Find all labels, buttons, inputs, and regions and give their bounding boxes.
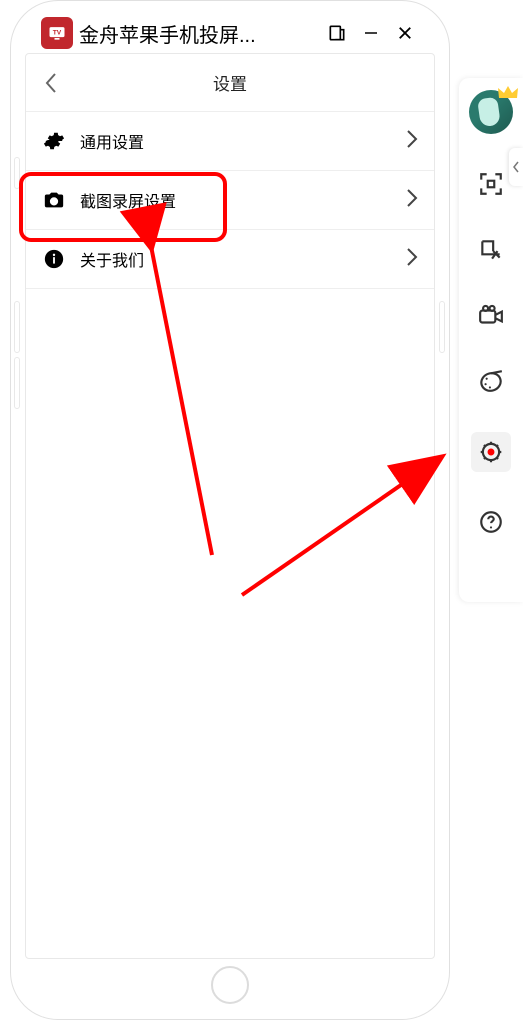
chevron-right-icon bbox=[406, 129, 418, 154]
sidebar-collapse-tab[interactable] bbox=[509, 148, 523, 186]
phone-frame: TV 金舟苹果手机投屏... 设置 bbox=[10, 0, 450, 1020]
phone-side-button bbox=[14, 357, 20, 409]
close-icon[interactable] bbox=[391, 19, 419, 47]
crop-icon[interactable] bbox=[475, 234, 507, 266]
sidebar-avatar[interactable] bbox=[469, 90, 513, 134]
svg-text:TV: TV bbox=[53, 30, 62, 37]
phone-screen: 设置 通用设置 截图录屏设置 关于我们 bbox=[25, 53, 435, 959]
row-general-settings[interactable]: 通用设置 bbox=[26, 112, 434, 171]
row-label: 截图录屏设置 bbox=[80, 188, 392, 212]
page-title: 设置 bbox=[26, 70, 434, 95]
minimize-icon[interactable] bbox=[357, 19, 385, 47]
record-icon[interactable] bbox=[475, 300, 507, 332]
window-titlebar: TV 金舟苹果手机投屏... bbox=[41, 17, 419, 49]
help-icon[interactable] bbox=[475, 506, 507, 538]
camera-icon bbox=[42, 188, 66, 212]
phone-side-button bbox=[439, 301, 445, 353]
new-window-icon[interactable] bbox=[323, 19, 351, 47]
fullscreen-icon[interactable] bbox=[475, 168, 507, 200]
crown-icon bbox=[497, 84, 519, 102]
row-screenshot-record-settings[interactable]: 截图录屏设置 bbox=[26, 171, 434, 230]
row-about-us[interactable]: 关于我们 bbox=[26, 230, 434, 289]
row-label: 关于我们 bbox=[80, 247, 392, 271]
settings-icon[interactable] bbox=[471, 432, 511, 472]
settings-header: 设置 bbox=[26, 54, 434, 112]
info-icon bbox=[42, 247, 66, 271]
app-title: 金舟苹果手机投屏... bbox=[79, 19, 256, 48]
app-logo-icon: TV bbox=[41, 17, 73, 49]
gear-icon bbox=[42, 129, 66, 153]
chevron-right-icon bbox=[406, 188, 418, 213]
chevron-right-icon bbox=[406, 247, 418, 272]
row-label: 通用设置 bbox=[80, 129, 392, 153]
phone-home-button[interactable] bbox=[211, 966, 249, 1004]
phone-side-button bbox=[14, 157, 20, 189]
palette-icon[interactable] bbox=[475, 366, 507, 398]
phone-side-button bbox=[14, 301, 20, 353]
